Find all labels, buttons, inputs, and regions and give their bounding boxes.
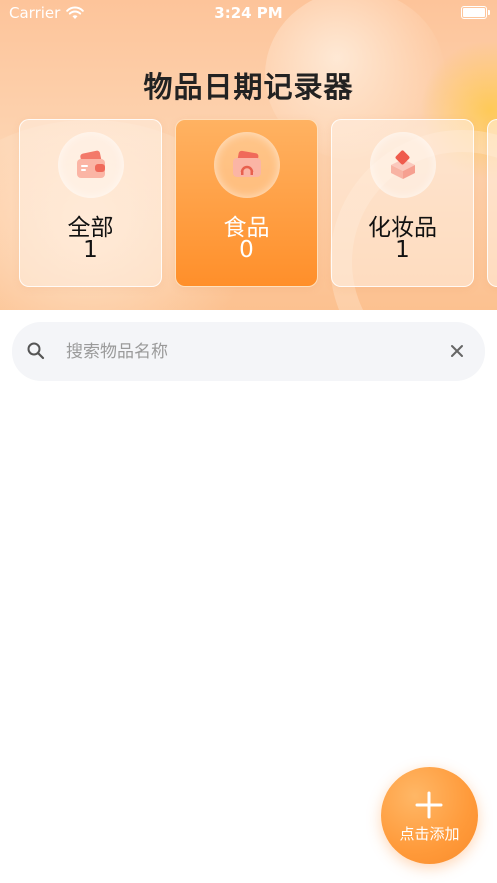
category-count: 1 — [395, 237, 410, 263]
battery-icon — [461, 6, 490, 19]
category-count: 1 — [83, 237, 98, 263]
category-list: 全部 1 食品 0 化妆品 1 — [0, 119, 497, 289]
category-card-food[interactable]: 食品 0 — [175, 119, 318, 287]
cosmetics-icon — [369, 132, 436, 198]
header-banner: Carrier 3:24 PM 物品日期记录器 全部 1 食品 0 化妆品 1 — [0, 0, 497, 310]
close-icon[interactable] — [447, 341, 467, 361]
status-time: 3:24 PM — [214, 4, 283, 22]
search-icon — [27, 342, 45, 360]
search-input[interactable] — [64, 332, 428, 372]
food-box-icon — [213, 132, 280, 198]
page-title: 物品日期记录器 — [143, 70, 354, 104]
category-card-cosmetics[interactable]: 化妆品 1 — [331, 119, 474, 287]
wallet-icon — [57, 132, 124, 198]
status-bar: Carrier 3:24 PM — [0, 0, 497, 26]
search-bar — [12, 322, 485, 381]
plus-icon — [415, 791, 443, 819]
add-button-label: 点击添加 — [399, 825, 460, 843]
category-count: 0 — [239, 237, 254, 263]
add-item-button[interactable]: 点击添加 — [381, 767, 478, 864]
category-card-all[interactable]: 全部 1 — [19, 119, 162, 287]
category-card-partial[interactable] — [487, 119, 497, 287]
